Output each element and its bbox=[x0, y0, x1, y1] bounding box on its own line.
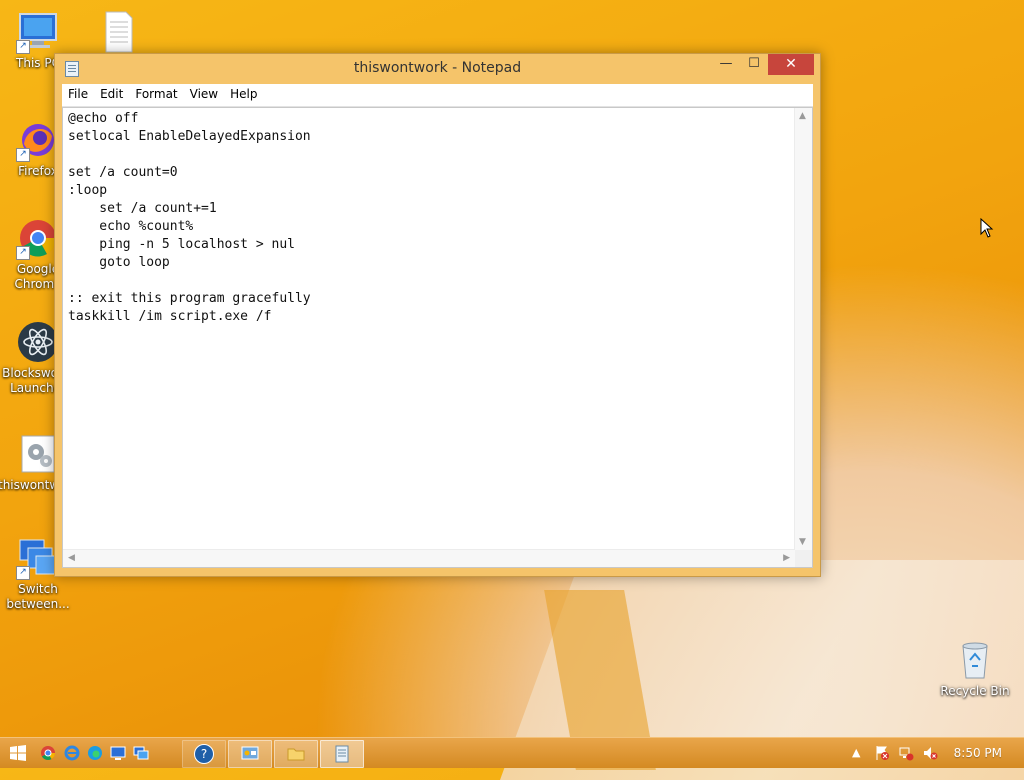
menu-help[interactable]: Help bbox=[224, 84, 263, 105]
show-hidden-icons-chevron-icon[interactable]: ▲ bbox=[852, 746, 860, 759]
maximize-button[interactable]: ☐ bbox=[740, 54, 768, 75]
notepad-window[interactable]: thiswontwork - Notepad — ☐ ✕ File Edit For… bbox=[54, 53, 821, 577]
control-panel-icon bbox=[241, 746, 259, 760]
scroll-left-arrow-icon[interactable]: ◀ bbox=[68, 553, 75, 563]
minimize-button[interactable]: — bbox=[712, 54, 740, 75]
taskbar-clock[interactable]: 8:50 PM bbox=[954, 746, 1002, 760]
folder-icon bbox=[287, 748, 305, 761]
window-title: thiswontwork - Notepad bbox=[353, 60, 522, 76]
menu-bar: File Edit Format View Help bbox=[62, 84, 813, 107]
menu-edit[interactable]: Edit bbox=[94, 84, 129, 105]
title-bar[interactable]: thiswontwork - Notepad — ☐ ✕ bbox=[55, 54, 820, 84]
desktop-icon-document[interactable] bbox=[78, 10, 158, 56]
desktop-icon-recycle-bin[interactable]: Recycle Bin bbox=[935, 638, 1015, 699]
scroll-right-arrow-icon[interactable]: ▶ bbox=[783, 553, 790, 563]
edge-icon[interactable] bbox=[87, 745, 103, 761]
volume-muted-icon[interactable] bbox=[922, 745, 938, 761]
menu-view[interactable]: View bbox=[184, 84, 224, 105]
taskbar-notepad-button[interactable] bbox=[320, 740, 364, 768]
internet-explorer-icon[interactable] bbox=[64, 745, 80, 761]
taskbar-file-explorer-button[interactable] bbox=[274, 740, 318, 768]
taskbar-control-panel-button[interactable] bbox=[228, 740, 272, 768]
horizontal-scrollbar[interactable]: ◀ ▶ bbox=[63, 549, 795, 567]
scroll-down-arrow-icon[interactable]: ▼ bbox=[799, 537, 806, 547]
taskbar: ? ▲ 8:50 PM bbox=[0, 737, 1024, 768]
monitor-icon[interactable] bbox=[110, 745, 126, 761]
scroll-up-arrow-icon[interactable]: ▲ bbox=[799, 111, 806, 121]
editor-text[interactable]: @echo off setlocal EnableDelayedExpansio… bbox=[68, 110, 792, 549]
chrome-taskbar-icon[interactable] bbox=[40, 745, 56, 761]
windows-logo-icon[interactable] bbox=[10, 745, 26, 761]
vertical-scrollbar[interactable]: ▲ ▼ bbox=[794, 108, 812, 550]
notepad-taskbar-icon bbox=[335, 745, 349, 763]
menu-file[interactable]: File bbox=[62, 84, 94, 105]
mouse-cursor-icon bbox=[980, 218, 994, 238]
action-center-flag-icon[interactable] bbox=[874, 745, 890, 761]
resize-grip[interactable] bbox=[795, 550, 812, 567]
close-button[interactable]: ✕ bbox=[768, 54, 814, 75]
text-editor-area[interactable]: @echo off setlocal EnableDelayedExpansio… bbox=[62, 107, 813, 568]
recycle-bin-icon bbox=[953, 638, 997, 682]
menu-format[interactable]: Format bbox=[129, 84, 183, 105]
switch-windows-taskbar-icon[interactable] bbox=[133, 745, 149, 761]
help-icon: ? bbox=[194, 744, 214, 764]
network-icon[interactable] bbox=[898, 745, 914, 761]
document-icon bbox=[96, 10, 140, 54]
computer-icon: ↗ bbox=[16, 10, 60, 54]
taskbar-help-button[interactable]: ? bbox=[182, 740, 226, 768]
